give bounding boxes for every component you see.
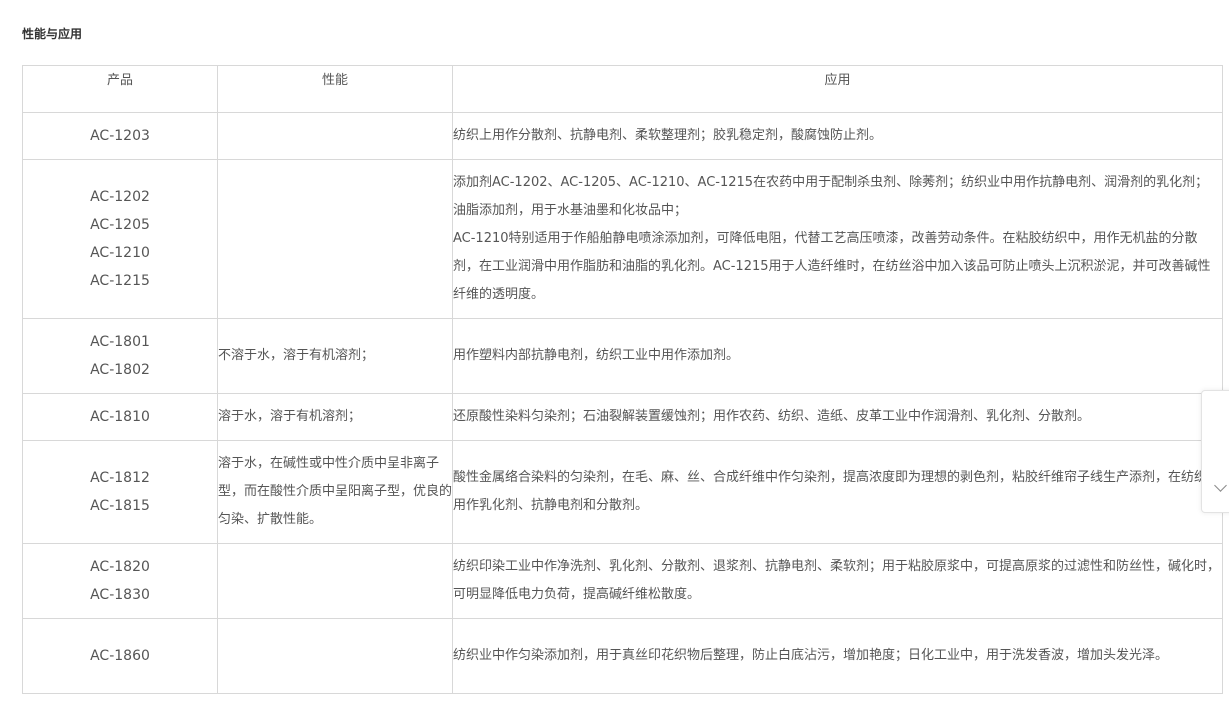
product-code: AC-1205 xyxy=(90,217,150,233)
product-code: AC-1812 xyxy=(90,470,150,486)
application-cell: 用作塑料内部抗静电剂，纺织工业中用作添加剂。 xyxy=(452,318,1223,394)
application-cell: 酸性金属络合染料的匀染剂，在毛、麻、丝、合成纤维中作匀染剂，提高浓度即为理想的剥… xyxy=(452,440,1223,544)
table-header-row: 产品 性能 应用 xyxy=(22,65,1223,113)
table-row: AC-1810 溶于水，溶于有机溶剂； 还原酸性染料匀染剂；石油裂解装置缓蚀剂；… xyxy=(22,393,1223,441)
product-code: AC-1820 xyxy=(90,559,150,575)
product-cell: AC-1812 AC-1815 xyxy=(22,440,218,544)
table-row: AC-1801 AC-1802 不溶于水，溶于有机溶剂； 用作塑料内部抗静电剂，… xyxy=(22,318,1223,394)
application-text: 用作塑料内部抗静电剂，纺织工业中用作添加剂。 xyxy=(453,348,740,363)
application-cell: 纺织印染工业中作净洗剂、乳化剂、分散剂、退浆剂、抗静电剂、柔软剂；用于粘胶原浆中… xyxy=(452,543,1223,619)
table-row: AC-1203 纺织上用作分散剂、抗静电剂、柔软整理剂；胶乳稳定剂，酸腐蚀防止剂… xyxy=(22,112,1223,160)
performance-cell: 不溶于水，溶于有机溶剂； xyxy=(217,318,453,394)
product-cell: AC-1860 xyxy=(22,618,218,694)
application-cell: 纺织上用作分散剂、抗静电剂、柔软整理剂；胶乳稳定剂，酸腐蚀防止剂。 xyxy=(452,112,1223,160)
application-text: 酸性金属络合染料的匀染剂，在毛、麻、丝、合成纤维中作匀染剂，提高浓度即为理想的剥… xyxy=(453,470,1223,513)
application-cell: 纺织业中作匀染添加剂，用于真丝印花织物后整理，防止白底沾污，增加艳度；日化工业中… xyxy=(452,618,1223,694)
product-cell: AC-1202 AC-1205 AC-1210 AC-1215 xyxy=(22,159,218,319)
table-row: AC-1202 AC-1205 AC-1210 AC-1215 添加剂AC-12… xyxy=(22,159,1223,319)
side-float-panel[interactable] xyxy=(1201,390,1229,513)
header-product: 产品 xyxy=(22,65,218,113)
performance-cell xyxy=(217,618,453,694)
product-code: AC-1210 xyxy=(90,245,150,261)
performance-cell xyxy=(217,543,453,619)
product-cell: AC-1203 xyxy=(22,112,218,160)
application-text: 纺织业中作匀染添加剂，用于真丝印花织物后整理，防止白底沾污，增加艳度；日化工业中… xyxy=(453,648,1169,663)
product-code: AC-1830 xyxy=(90,587,150,603)
product-cell: AC-1801 AC-1802 xyxy=(22,318,218,394)
section-title: 性能与应用 xyxy=(22,27,83,41)
table-row: AC-1860 纺织业中作匀染添加剂，用于真丝印花织物后整理，防止白底沾污，增加… xyxy=(22,618,1223,694)
product-code: AC-1815 xyxy=(90,498,150,514)
product-code: AC-1810 xyxy=(90,409,150,425)
product-cell: AC-1810 xyxy=(22,393,218,441)
application-text: AC-1210特别适用于作船舶静电喷涂添加剂，可降低电阻，代替工艺高压喷漆，改善… xyxy=(453,231,1211,302)
header-application: 应用 xyxy=(452,65,1223,113)
application-cell: 添加剂AC-1202、AC-1205、AC-1210、AC-1215在农药中用于… xyxy=(452,159,1223,319)
performance-cell xyxy=(217,112,453,160)
chevron-down-icon[interactable] xyxy=(1214,479,1227,492)
application-text: 纺织印染工业中作净洗剂、乳化剂、分散剂、退浆剂、抗静电剂、柔软剂；用于粘胶原浆中… xyxy=(453,559,1221,602)
table-row: AC-1820 AC-1830 纺织印染工业中作净洗剂、乳化剂、分散剂、退浆剂、… xyxy=(22,543,1223,619)
product-code: AC-1202 xyxy=(90,189,150,205)
product-code: AC-1215 xyxy=(90,273,150,289)
performance-cell xyxy=(217,159,453,319)
product-code: AC-1203 xyxy=(90,128,150,144)
application-text: 纺织上用作分散剂、抗静电剂、柔软整理剂；胶乳稳定剂，酸腐蚀防止剂。 xyxy=(453,128,883,143)
performance-cell: 溶于水，在碱性或中性介质中呈非离子型，而在酸性介质中呈阳离子型，优良的匀染、扩散… xyxy=(217,440,453,544)
application-text: 添加剂AC-1202、AC-1205、AC-1210、AC-1215在农药中用于… xyxy=(453,175,1209,218)
performance-cell: 溶于水，溶于有机溶剂； xyxy=(217,393,453,441)
product-code: AC-1801 xyxy=(90,334,150,350)
performance-application-table: 产品 性能 应用 AC-1203 纺织上用作分散剂、抗静电剂、柔软整理剂；胶乳稳… xyxy=(22,65,1223,694)
header-performance: 性能 xyxy=(217,65,453,113)
table-row: AC-1812 AC-1815 溶于水，在碱性或中性介质中呈非离子型，而在酸性介… xyxy=(22,440,1223,544)
product-cell: AC-1820 AC-1830 xyxy=(22,543,218,619)
product-code: AC-1860 xyxy=(90,648,150,664)
product-code: AC-1802 xyxy=(90,362,150,378)
application-cell: 还原酸性染料匀染剂；石油裂解装置缓蚀剂；用作农药、纺织、造纸、皮革工业中作润滑剂… xyxy=(452,393,1223,441)
application-text: 还原酸性染料匀染剂；石油裂解装置缓蚀剂；用作农药、纺织、造纸、皮革工业中作润滑剂… xyxy=(453,409,1091,424)
